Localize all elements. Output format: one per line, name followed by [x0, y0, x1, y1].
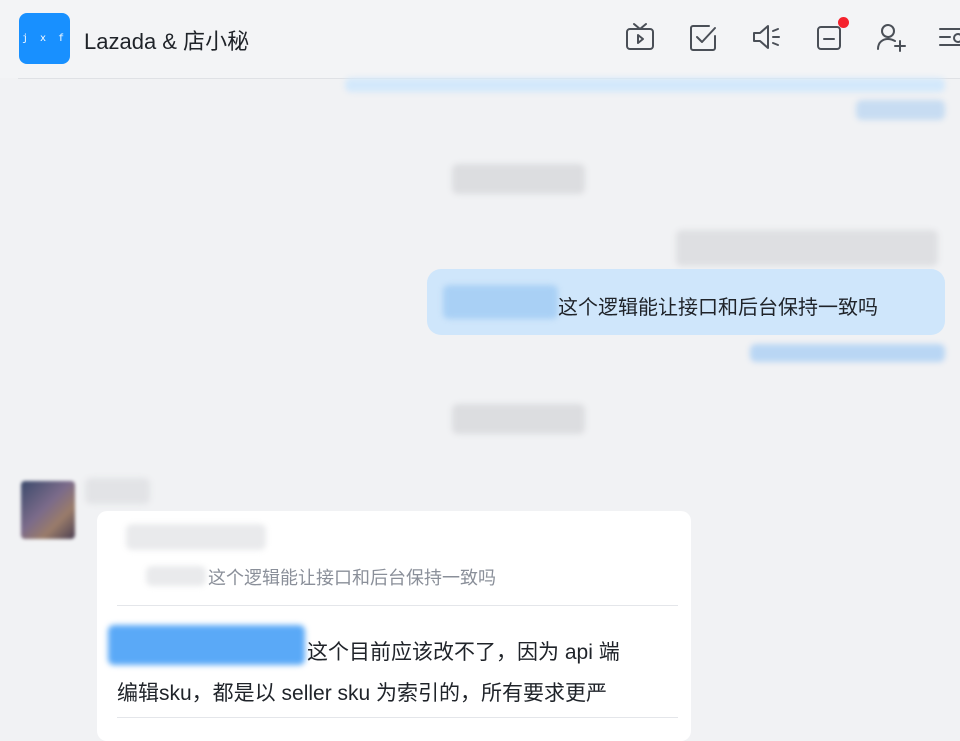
redacted-contact-name [85, 478, 150, 504]
redacted-sender-name [676, 230, 938, 266]
tv-icon[interactable] [623, 20, 657, 54]
quoted-message-text: 这个逻辑能让接口和后台保持一致吗 [208, 568, 496, 588]
notification-badge [838, 17, 849, 28]
redacted-mention [443, 285, 558, 319]
redacted-previous-bubble [345, 78, 945, 92]
redacted-timestamp [452, 164, 585, 194]
redacted-read-status [750, 344, 945, 362]
card-bottom-divider [117, 717, 678, 718]
redacted-quote-author [126, 524, 266, 550]
reply-text-line-1: 这个目前应该改不了，因为 api 端 [307, 641, 620, 664]
app-logo-icon: j x f [19, 13, 70, 64]
redacted-status [856, 100, 945, 120]
chat-title: Lazada & 店小秘 [84, 29, 250, 54]
redacted-quote-mention [146, 566, 206, 586]
outgoing-message-text: 这个逻辑能让接口和后台保持一致吗 [558, 297, 878, 319]
redacted-timestamp-2 [452, 404, 585, 434]
quote-divider [117, 605, 678, 606]
checkbox-icon[interactable] [687, 20, 721, 54]
menu-icon[interactable] [936, 20, 960, 54]
reply-text-line-2: 编辑sku，都是以 seller sku 为索引的，所有要求更严 [117, 682, 608, 705]
add-user-icon[interactable] [874, 20, 908, 54]
avatar[interactable] [21, 481, 75, 539]
speaker-icon[interactable] [750, 20, 784, 54]
redacted-reply-mention [108, 625, 305, 665]
